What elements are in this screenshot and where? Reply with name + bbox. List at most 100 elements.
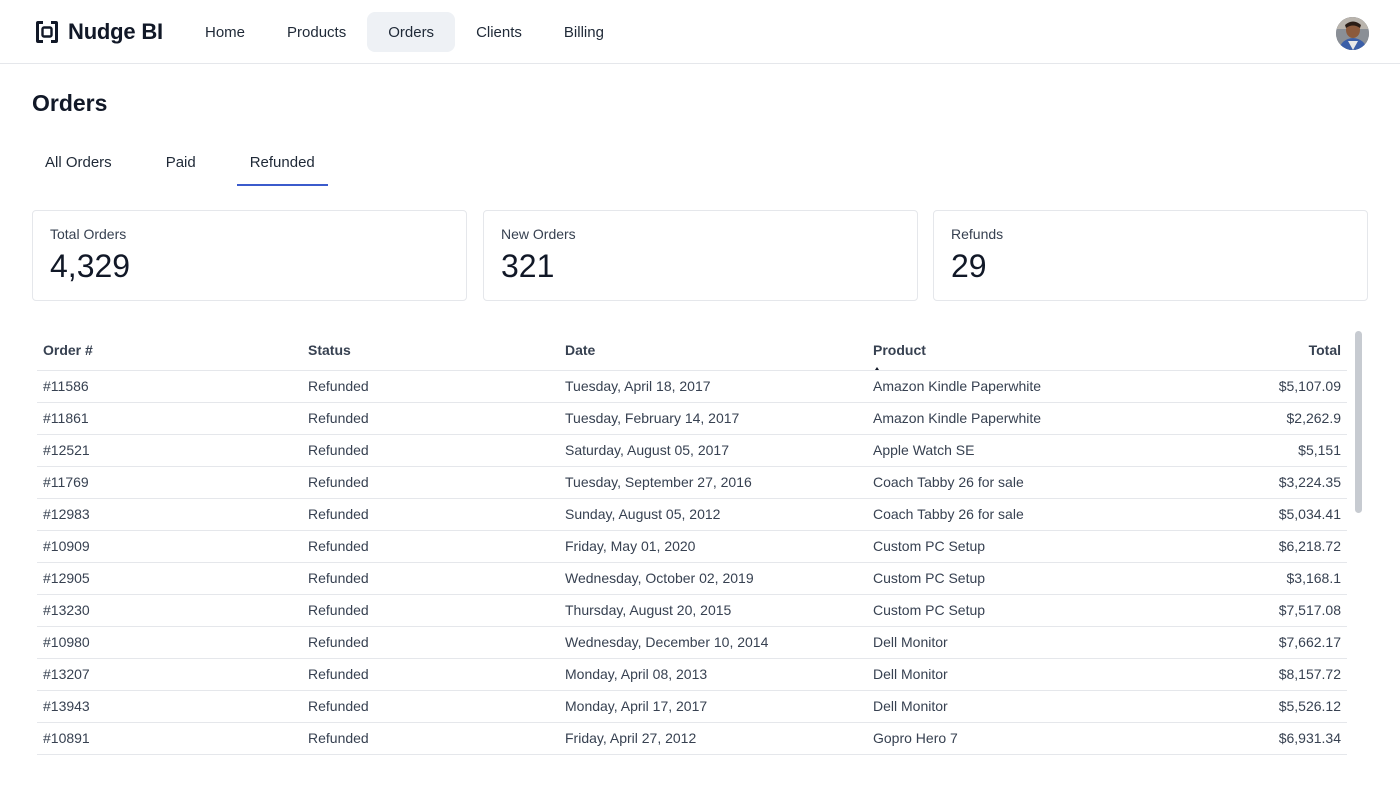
table-row[interactable]: #11769 Refunded Tuesday, September 27, 201… bbox=[37, 466, 1347, 499]
page-title: Orders bbox=[32, 90, 108, 116]
nav-item-home[interactable]: Home bbox=[184, 12, 266, 52]
table-row[interactable]: #11861 Refunded Tuesday, February 14, 2017… bbox=[37, 402, 1347, 435]
tab-paid[interactable]: Paid bbox=[153, 140, 209, 186]
top-navigation-bar: Nudge BI Home Products Orders Clients Bi… bbox=[0, 0, 1400, 64]
total-cell: $3,224.35 bbox=[1167, 466, 1347, 499]
date-cell: Monday, April 08, 2013 bbox=[559, 658, 867, 691]
product-cell: Custom PC Setup bbox=[867, 562, 1167, 595]
date-cell: Sunday, August 05, 2012 bbox=[559, 498, 867, 531]
brand-name: Nudge BI bbox=[68, 19, 163, 44]
stat-label: Total Orders bbox=[50, 226, 127, 242]
date-cell: Friday, May 01, 2020 bbox=[559, 530, 867, 563]
total-cell: $5,107.09 bbox=[1167, 370, 1347, 403]
order-number-cell: #10980 bbox=[37, 626, 302, 659]
order-number-cell: #11586 bbox=[37, 370, 302, 403]
brand[interactable]: Nudge BI bbox=[34, 17, 163, 47]
order-number-cell: #12521 bbox=[37, 434, 302, 467]
table-row[interactable]: #13207 Refunded Monday, April 08, 2013 Dell… bbox=[37, 658, 1347, 691]
nav-item-products[interactable]: Products bbox=[266, 12, 367, 52]
table-row[interactable]: #12983 Refunded Sunday, August 05, 2012 Coa… bbox=[37, 498, 1347, 531]
stat-value: 29 bbox=[951, 248, 987, 284]
order-filter-tabs: All Orders Paid Refunded bbox=[32, 140, 356, 186]
total-cell: $8,157.72 bbox=[1167, 658, 1347, 691]
table-row[interactable]: #10891 Refunded Friday, April 27, 2012 Gopr… bbox=[37, 722, 1347, 755]
sort-ascending-icon[interactable] bbox=[873, 366, 881, 369]
order-number-cell: #11861 bbox=[37, 402, 302, 435]
product-cell: Amazon Kindle Paperwhite bbox=[867, 402, 1167, 435]
table-scrollbar-thumb[interactable] bbox=[1355, 331, 1362, 513]
stats-section: Total Orders 4,329 New Orders 321 Refund… bbox=[32, 210, 1368, 301]
orders-table: Order # Status Date Product Total #11586… bbox=[37, 330, 1347, 755]
order-number-cell: #11769 bbox=[37, 466, 302, 499]
status-cell: Refunded bbox=[302, 530, 559, 563]
status-cell: Refunded bbox=[302, 626, 559, 659]
table-row[interactable]: #12905 Refunded Wednesday, October 02, 201… bbox=[37, 562, 1347, 595]
column-header-label: Date bbox=[565, 341, 596, 358]
column-header-product-inner: Product bbox=[873, 341, 926, 369]
column-header-total[interactable]: Total bbox=[1167, 330, 1347, 371]
orders-table-body: #11586 Refunded Tuesday, April 18, 2017 Ama… bbox=[37, 370, 1347, 755]
orders-table-container: Order # Status Date Product Total #11586… bbox=[37, 330, 1347, 800]
avatar-photo-icon bbox=[1336, 17, 1369, 50]
total-cell: $3,168.1 bbox=[1167, 562, 1347, 595]
table-row[interactable]: #13943 Refunded Monday, April 17, 2017 Dell… bbox=[37, 690, 1347, 723]
product-cell: Custom PC Setup bbox=[867, 530, 1167, 563]
table-row[interactable]: #11586 Refunded Tuesday, April 18, 2017 Ama… bbox=[37, 370, 1347, 403]
column-header-label: Order # bbox=[43, 341, 93, 358]
stat-card-total-orders: Total Orders 4,329 bbox=[32, 210, 467, 301]
column-header-status[interactable]: Status bbox=[302, 330, 559, 371]
product-cell: Coach Tabby 26 for sale bbox=[867, 498, 1167, 531]
date-cell: Tuesday, April 18, 2017 bbox=[559, 370, 867, 403]
tab-all-orders[interactable]: All Orders bbox=[32, 140, 125, 186]
product-cell: Gopro Hero 7 bbox=[867, 722, 1167, 755]
status-cell: Refunded bbox=[302, 594, 559, 627]
table-row[interactable]: #10980 Refunded Wednesday, December 10, 20… bbox=[37, 626, 1347, 659]
brand-logo-icon bbox=[36, 21, 58, 43]
product-cell: Amazon Kindle Paperwhite bbox=[867, 370, 1167, 403]
user-avatar[interactable] bbox=[1336, 17, 1369, 50]
stat-card-refunds: Refunds 29 bbox=[933, 210, 1368, 301]
column-header-label: Status bbox=[308, 341, 351, 358]
total-cell: $5,034.41 bbox=[1167, 498, 1347, 531]
order-number-cell: #13943 bbox=[37, 690, 302, 723]
date-cell: Wednesday, October 02, 2019 bbox=[559, 562, 867, 595]
date-cell: Tuesday, September 27, 2016 bbox=[559, 466, 867, 499]
main-nav: Home Products Orders Clients Billing bbox=[184, 12, 625, 52]
table-scrollbar[interactable] bbox=[1355, 331, 1362, 801]
date-cell: Wednesday, December 10, 2014 bbox=[559, 626, 867, 659]
stat-card-new-orders: New Orders 321 bbox=[483, 210, 918, 301]
date-cell: Tuesday, February 14, 2017 bbox=[559, 402, 867, 435]
column-header-order-number[interactable]: Order # bbox=[37, 330, 302, 371]
status-cell: Refunded bbox=[302, 498, 559, 531]
status-cell: Refunded bbox=[302, 690, 559, 723]
product-cell: Apple Watch SE bbox=[867, 434, 1167, 467]
nav-item-billing[interactable]: Billing bbox=[543, 12, 625, 52]
product-cell: Coach Tabby 26 for sale bbox=[867, 466, 1167, 499]
table-header-row: Order # Status Date Product Total bbox=[37, 330, 1347, 371]
status-cell: Refunded bbox=[302, 466, 559, 499]
order-number-cell: #13207 bbox=[37, 658, 302, 691]
nav-item-orders[interactable]: Orders bbox=[367, 12, 456, 52]
status-cell: Refunded bbox=[302, 434, 559, 467]
stat-value: 321 bbox=[501, 248, 555, 284]
status-cell: Refunded bbox=[302, 722, 559, 755]
product-cell: Dell Monitor bbox=[867, 626, 1167, 659]
column-header-date[interactable]: Date bbox=[559, 330, 867, 371]
nav-item-clients[interactable]: Clients bbox=[455, 12, 543, 52]
product-cell: Dell Monitor bbox=[867, 690, 1167, 723]
column-header-label: Product bbox=[873, 341, 926, 358]
total-cell: $5,526.12 bbox=[1167, 690, 1347, 723]
total-cell: $6,218.72 bbox=[1167, 530, 1347, 563]
order-number-cell: #10891 bbox=[37, 722, 302, 755]
order-number-cell: #12905 bbox=[37, 562, 302, 595]
status-cell: Refunded bbox=[302, 402, 559, 435]
order-number-cell: #12983 bbox=[37, 498, 302, 531]
tab-refunded[interactable]: Refunded bbox=[236, 140, 328, 186]
date-cell: Saturday, August 05, 2017 bbox=[559, 434, 867, 467]
stat-label: Refunds bbox=[951, 226, 1004, 242]
table-row[interactable]: #10909 Refunded Friday, May 01, 2020 Custom… bbox=[37, 530, 1347, 563]
table-row[interactable]: #12521 Refunded Saturday, August 05, 2017 A… bbox=[37, 434, 1347, 467]
total-cell: $2,262.9 bbox=[1167, 402, 1347, 435]
table-row[interactable]: #13230 Refunded Thursday, August 20, 2015 C… bbox=[37, 594, 1347, 627]
column-header-product[interactable]: Product bbox=[867, 330, 1167, 371]
